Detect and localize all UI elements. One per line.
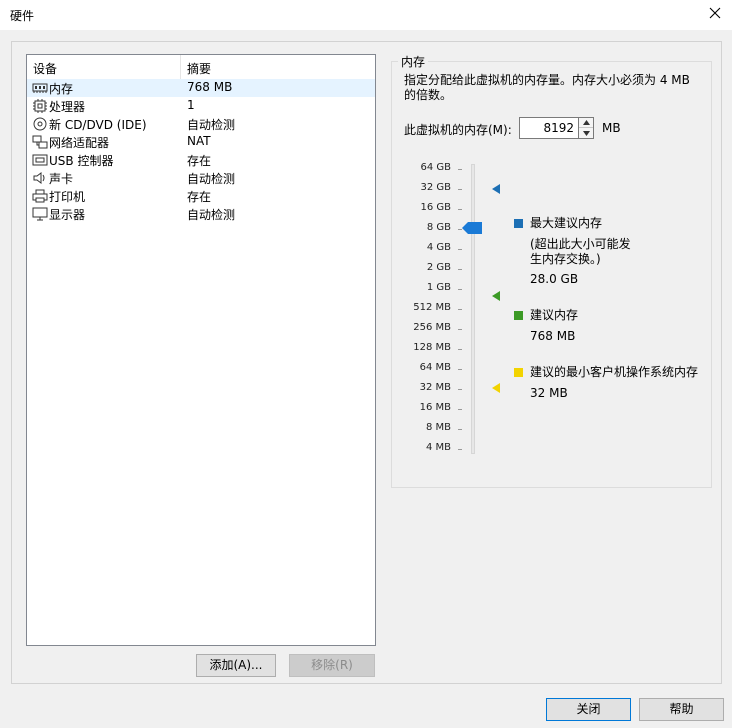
device-row-network-adapter[interactable]: 网络适配器 NAT (27, 133, 375, 151)
cd-icon (32, 117, 48, 131)
tick-mark (458, 269, 462, 270)
tick-label: 8 MB (425, 422, 451, 433)
list-header: 设备 摘要 (27, 55, 375, 79)
close-icon[interactable] (706, 4, 724, 22)
device-row-memory[interactable]: 内存 768 MB (27, 79, 375, 97)
tick-mark (458, 409, 462, 410)
usb-icon (32, 153, 48, 167)
memory-unit: MB (602, 121, 621, 135)
tick-label: 16 GB (420, 202, 451, 213)
column-header-summary[interactable]: 摘要 (187, 60, 211, 77)
tick-label: 4 MB (425, 442, 451, 453)
legend-min-guest-value: 32 MB (530, 386, 568, 400)
tick-mark (458, 429, 462, 430)
monitor-icon (32, 207, 48, 221)
tick-label: 256 MB (413, 322, 451, 333)
column-header-device[interactable]: 设备 (33, 60, 57, 77)
recommended-marker-icon (491, 291, 501, 301)
speaker-icon (32, 171, 48, 185)
tick-label: 1 GB (426, 282, 451, 293)
device-summary: 自动检测 (187, 118, 236, 132)
device-summary: 自动检测 (187, 172, 236, 186)
legend-recommended-title: 建议内存 (530, 308, 579, 322)
device-row-cd-dvd[interactable]: 新 CD/DVD (IDE) 自动检测 (27, 115, 375, 133)
min-guest-marker-icon (491, 383, 501, 393)
tick-label: 64 GB (420, 162, 451, 173)
tick-label: 8 GB (426, 222, 451, 233)
tick-mark (458, 329, 462, 330)
device-summary: 1 (187, 98, 195, 112)
device-name: USB 控制器 (49, 154, 114, 168)
window-title: 硬件 (10, 9, 35, 23)
tick-label: 4 GB (426, 242, 451, 253)
memory-slider-thumb[interactable] (462, 222, 484, 234)
title-bar: 硬件 (0, 0, 732, 30)
network-icon (32, 135, 48, 149)
tick-label: 32 GB (420, 182, 451, 193)
legend-recommended-color-icon (514, 311, 523, 320)
memory-size-input[interactable] (519, 117, 579, 139)
spin-up-icon[interactable] (579, 118, 593, 128)
tick-label: 128 MB (413, 342, 451, 353)
tick-mark (458, 349, 462, 350)
legend-min-guest-color-icon (514, 368, 523, 377)
column-separator (180, 55, 181, 79)
memory-spinner[interactable] (579, 117, 594, 139)
legend-min-guest-title: 建议的最小客户机操作系统内存 (530, 365, 699, 379)
device-row-sound-card[interactable]: 声卡 自动检测 (27, 169, 375, 187)
device-name: 打印机 (49, 190, 86, 204)
memory-icon (32, 81, 48, 95)
tick-label: 64 MB (419, 362, 451, 373)
device-row-processor[interactable]: 处理器 1 (27, 97, 375, 115)
cpu-icon (32, 99, 48, 113)
printer-icon (32, 189, 48, 203)
tick-mark (458, 249, 462, 250)
device-row-printer[interactable]: 打印机 存在 (27, 187, 375, 205)
tick-mark (458, 369, 462, 370)
legend-max-value: 28.0 GB (530, 272, 579, 286)
tick-mark (458, 289, 462, 290)
device-list[interactable]: 设备 摘要 内存 768 MB 处理器 1 新 CD/DVD (IDE) 自动检… (26, 54, 376, 646)
tick-label: 2 GB (426, 262, 451, 273)
memory-description: 指定分配给此虚拟机的内存量。内存大小必须为 4 MB 的倍数。 (404, 73, 690, 102)
tick-label: 32 MB (419, 382, 451, 393)
legend-recommended-value: 768 MB (530, 329, 576, 343)
device-summary: NAT (187, 134, 211, 148)
memory-group-title: 内存 (398, 53, 429, 70)
add-device-button[interactable]: 添加(A)... (196, 654, 276, 677)
tick-label: 16 MB (419, 402, 451, 413)
tick-mark (458, 309, 462, 310)
memory-slider-track[interactable] (471, 164, 475, 454)
device-row-usb-controller[interactable]: USB 控制器 存在 (27, 151, 375, 169)
max-recommended-marker-icon (491, 184, 501, 194)
remove-device-button[interactable]: 移除(R) (289, 654, 375, 677)
device-summary: 自动检测 (187, 208, 236, 222)
device-summary: 存在 (187, 190, 212, 204)
device-summary: 768 MB (187, 80, 233, 94)
tick-mark (458, 169, 462, 170)
device-name: 声卡 (49, 172, 74, 186)
memory-field-label: 此虚拟机的内存(M): (404, 123, 512, 137)
device-name: 网络适配器 (49, 136, 110, 150)
device-name: 新 CD/DVD (IDE) (49, 118, 147, 132)
tick-mark (458, 449, 462, 450)
device-name: 显示器 (49, 208, 86, 222)
tick-mark (458, 209, 462, 210)
device-name: 内存 (49, 82, 74, 96)
device-name: 处理器 (49, 100, 86, 114)
close-button[interactable]: 关闭 (546, 698, 631, 721)
legend-max-color-icon (514, 219, 523, 228)
tick-mark (458, 389, 462, 390)
tick-mark (458, 189, 462, 190)
device-row-display[interactable]: 显示器 自动检测 (27, 205, 375, 223)
help-button[interactable]: 帮助 (639, 698, 724, 721)
tick-label: 512 MB (413, 302, 451, 313)
legend-max-title: 最大建议内存 (530, 216, 603, 230)
legend-max-note: (超出此大小可能发生内存交换。) (530, 237, 631, 266)
device-summary: 存在 (187, 154, 212, 168)
spin-down-icon[interactable] (579, 129, 593, 139)
